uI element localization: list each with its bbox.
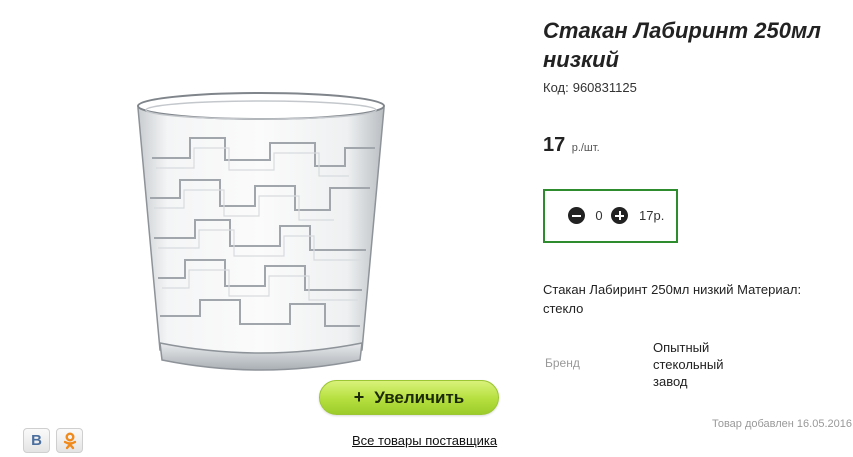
odnoklassniki-icon — [63, 432, 76, 449]
product-image — [130, 88, 392, 388]
brand-label: Бренд — [545, 356, 580, 370]
product-price: 17 р./шт. — [543, 134, 600, 157]
price-unit: р./шт. — [571, 142, 600, 154]
added-date: Товар добавлен 16.05.2016 — [711, 418, 852, 430]
vk-share-button[interactable]: В — [23, 428, 50, 453]
brand-value: Опытный стекольный завод — [653, 340, 724, 389]
all-supplier-products-link[interactable]: Все товары поставщика — [352, 433, 497, 448]
product-title: Стакан Лабиринт 250мл низкий — [543, 18, 821, 72]
zoom-button[interactable]: + Увеличить — [319, 380, 499, 415]
plus-circle-icon[interactable] — [611, 207, 628, 224]
quantity-stepper: 0 17р. — [543, 189, 678, 243]
minus-icon[interactable] — [568, 207, 585, 224]
vk-icon: В — [31, 432, 42, 449]
plus-icon: + — [353, 387, 365, 407]
zoom-button-label: Увеличить — [374, 387, 465, 407]
odnoklassniki-share-button[interactable] — [56, 428, 83, 453]
product-code: Код: 960831125 — [543, 80, 637, 95]
quantity-total: 17р. — [639, 208, 665, 223]
product-code-label: Код: — [543, 80, 569, 95]
quantity-value[interactable]: 0 — [592, 208, 606, 223]
glass-illustration — [137, 92, 385, 371]
social-share: В — [23, 428, 83, 453]
product-code-value: 960831125 — [572, 80, 637, 95]
product-description: Стакан Лабиринт 250мл низкий Материал: с… — [543, 282, 802, 316]
price-value: 17 — [543, 134, 566, 156]
